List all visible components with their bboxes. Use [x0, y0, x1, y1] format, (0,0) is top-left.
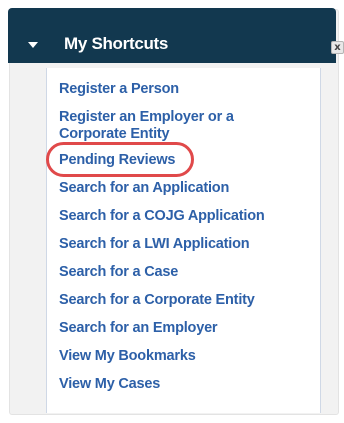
- shortcut-view-cases[interactable]: View My Cases: [59, 376, 160, 393]
- caret-down-icon[interactable]: [28, 42, 38, 48]
- shortcuts-header[interactable]: My Shortcuts x: [8, 8, 344, 63]
- panel-title: My Shortcuts: [64, 34, 169, 53]
- shortcut-search-case[interactable]: Search for a Case: [59, 264, 178, 281]
- shortcut-search-corporate-entity[interactable]: Search for a Corporate Entity: [59, 292, 255, 309]
- shortcut-view-bookmarks[interactable]: View My Bookmarks: [59, 348, 196, 365]
- shortcut-pending-reviews[interactable]: Pending Reviews: [59, 152, 175, 169]
- shortcut-register-employer[interactable]: Register an Employer or a Corporate Enti…: [59, 109, 289, 143]
- screenshot-frame: My Shortcuts x Register a Person Registe…: [0, 0, 344, 423]
- shortcut-search-lwi-application[interactable]: Search for a LWI Application: [59, 236, 250, 253]
- shortcut-search-application[interactable]: Search for an Application: [59, 180, 229, 197]
- shortcut-search-cojg-application[interactable]: Search for a COJG Application: [59, 208, 265, 225]
- close-icon[interactable]: x: [331, 41, 344, 54]
- shortcut-search-employer[interactable]: Search for an Employer: [59, 320, 218, 337]
- shortcut-register-person[interactable]: Register a Person: [59, 81, 179, 98]
